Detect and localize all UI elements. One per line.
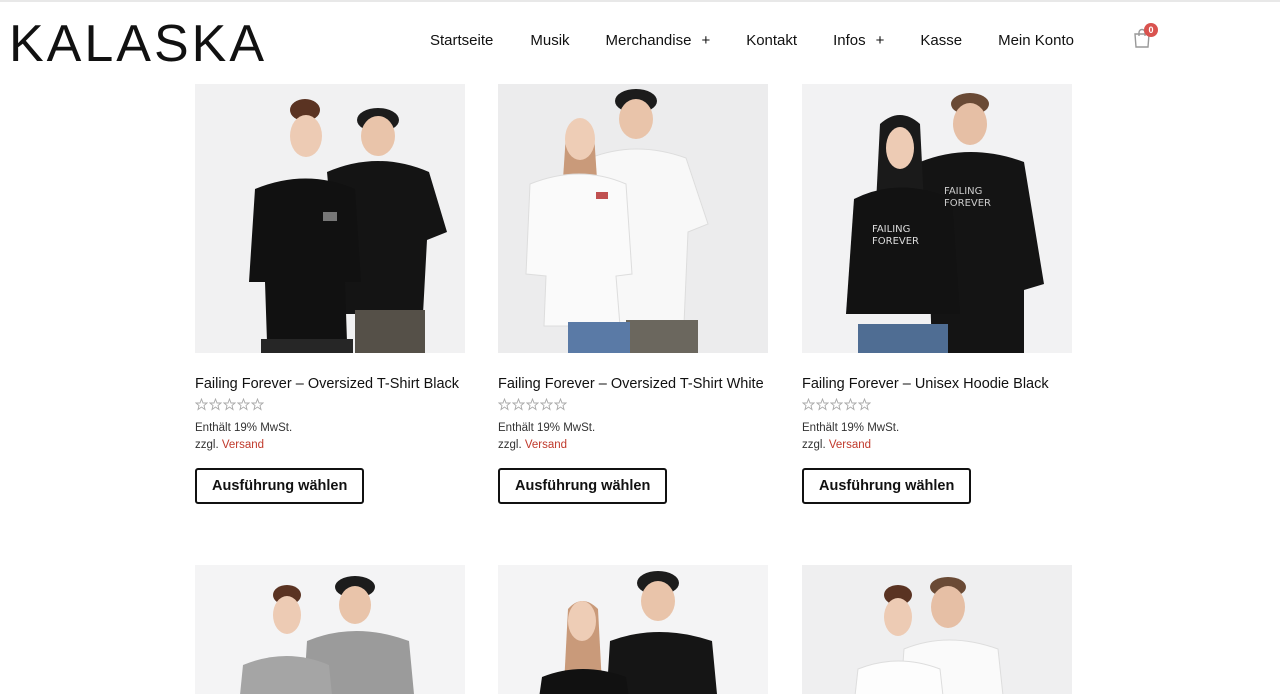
rating-stars	[498, 398, 768, 412]
nav-item-infos[interactable]: Infos +	[833, 32, 884, 49]
choose-variant-button[interactable]: Ausführung wählen	[195, 468, 365, 504]
nav-item-kasse[interactable]: Kasse	[920, 32, 962, 49]
product-image[interactable]	[195, 565, 465, 694]
shipping-prefix: zzgl.	[498, 439, 522, 451]
star-outline-icon	[816, 398, 829, 411]
star-outline-icon	[844, 398, 857, 411]
product-photo-two-models: FAILING FOREVER FAILING FOREVER	[802, 84, 1072, 353]
submenu-plus-icon[interactable]: +	[876, 32, 885, 49]
tax-note: Enthält 19% MwSt.	[498, 422, 596, 434]
main-nav: Startseite Musik Merchandise + Kontakt I…	[430, 30, 1074, 50]
star-outline-icon	[802, 398, 815, 411]
product-title[interactable]: Failing Forever – Oversized T-Shirt Whit…	[498, 376, 768, 393]
star-outline-icon	[251, 398, 264, 411]
top-border	[0, 0, 1280, 2]
rating-stars	[802, 398, 1072, 412]
shipping-link[interactable]: Versand	[222, 439, 264, 451]
cart-count-badge: 0	[1144, 23, 1158, 37]
star-outline-icon	[512, 398, 525, 411]
nav-item-musik[interactable]: Musik	[530, 32, 569, 49]
product-image[interactable]	[195, 84, 465, 353]
product-card: Failing Forever – Oversized T-Shirt Whit…	[498, 84, 768, 504]
nav-item-kontakt[interactable]: Kontakt	[746, 32, 797, 49]
choose-variant-button[interactable]: Ausführung wählen	[498, 468, 668, 504]
rating-stars	[195, 398, 465, 412]
star-outline-icon	[223, 398, 236, 411]
star-outline-icon	[554, 398, 567, 411]
nav-item-startseite[interactable]: Startseite	[430, 32, 493, 49]
shipping-note: zzgl. Versand	[802, 437, 1072, 454]
nav-label: Infos	[833, 31, 866, 49]
shipping-note: zzgl. Versand	[498, 437, 768, 454]
product-card: Failing Forever – Oversized T-Shirt Blac…	[195, 84, 465, 504]
product-photo-two-models	[195, 565, 465, 694]
tax-note: Enthält 19% MwSt.	[195, 422, 293, 434]
star-outline-icon	[858, 398, 871, 411]
product-image[interactable]: FAILING FOREVER FAILING FOREVER	[802, 84, 1072, 353]
choose-variant-button[interactable]: Ausführung wählen	[802, 468, 972, 504]
product-image[interactable]	[498, 84, 768, 353]
shipping-note: zzgl. Versand	[195, 437, 465, 454]
nav-label: Musik	[530, 31, 570, 49]
product-photo-two-models	[802, 565, 1072, 694]
star-outline-icon	[498, 398, 511, 411]
product-photo-two-models	[498, 565, 768, 694]
product-card: FAILING FOREVER FAILING FOREVER Failing …	[802, 84, 1072, 504]
svg-text:FAILING: FAILING	[872, 224, 910, 235]
svg-text:FOREVER: FOREVER	[944, 198, 991, 209]
shipping-prefix: zzgl.	[195, 439, 219, 451]
site-logo[interactable]: KALASKA	[9, 14, 267, 74]
submenu-plus-icon[interactable]: +	[701, 32, 710, 49]
nav-label: Mein Konto	[998, 31, 1074, 49]
star-outline-icon	[237, 398, 250, 411]
star-outline-icon	[830, 398, 843, 411]
star-outline-icon	[195, 398, 208, 411]
tax-note: Enthält 19% MwSt.	[802, 422, 900, 434]
product-image[interactable]	[498, 565, 768, 694]
shipping-link[interactable]: Versand	[829, 439, 871, 451]
nav-label: Kontakt	[746, 31, 798, 49]
product-photo-two-models	[195, 84, 465, 353]
nav-label: Startseite	[430, 31, 494, 49]
product-title[interactable]: Failing Forever – Oversized T-Shirt Blac…	[195, 376, 465, 393]
star-outline-icon	[209, 398, 222, 411]
svg-text:FOREVER: FOREVER	[872, 236, 919, 247]
star-outline-icon	[526, 398, 539, 411]
shipping-link[interactable]: Versand	[525, 439, 567, 451]
product-title[interactable]: Failing Forever – Unisex Hoodie Black	[802, 376, 1072, 393]
nav-item-mein-konto[interactable]: Mein Konto	[998, 32, 1074, 49]
star-outline-icon	[540, 398, 553, 411]
shipping-prefix: zzgl.	[802, 439, 826, 451]
svg-text:FAILING: FAILING	[944, 186, 982, 197]
nav-item-merchandise[interactable]: Merchandise +	[606, 32, 711, 49]
product-image[interactable]	[802, 565, 1072, 694]
nav-label: Merchandise	[605, 31, 692, 49]
product-photo-two-models	[498, 84, 768, 353]
nav-label: Kasse	[920, 31, 963, 49]
